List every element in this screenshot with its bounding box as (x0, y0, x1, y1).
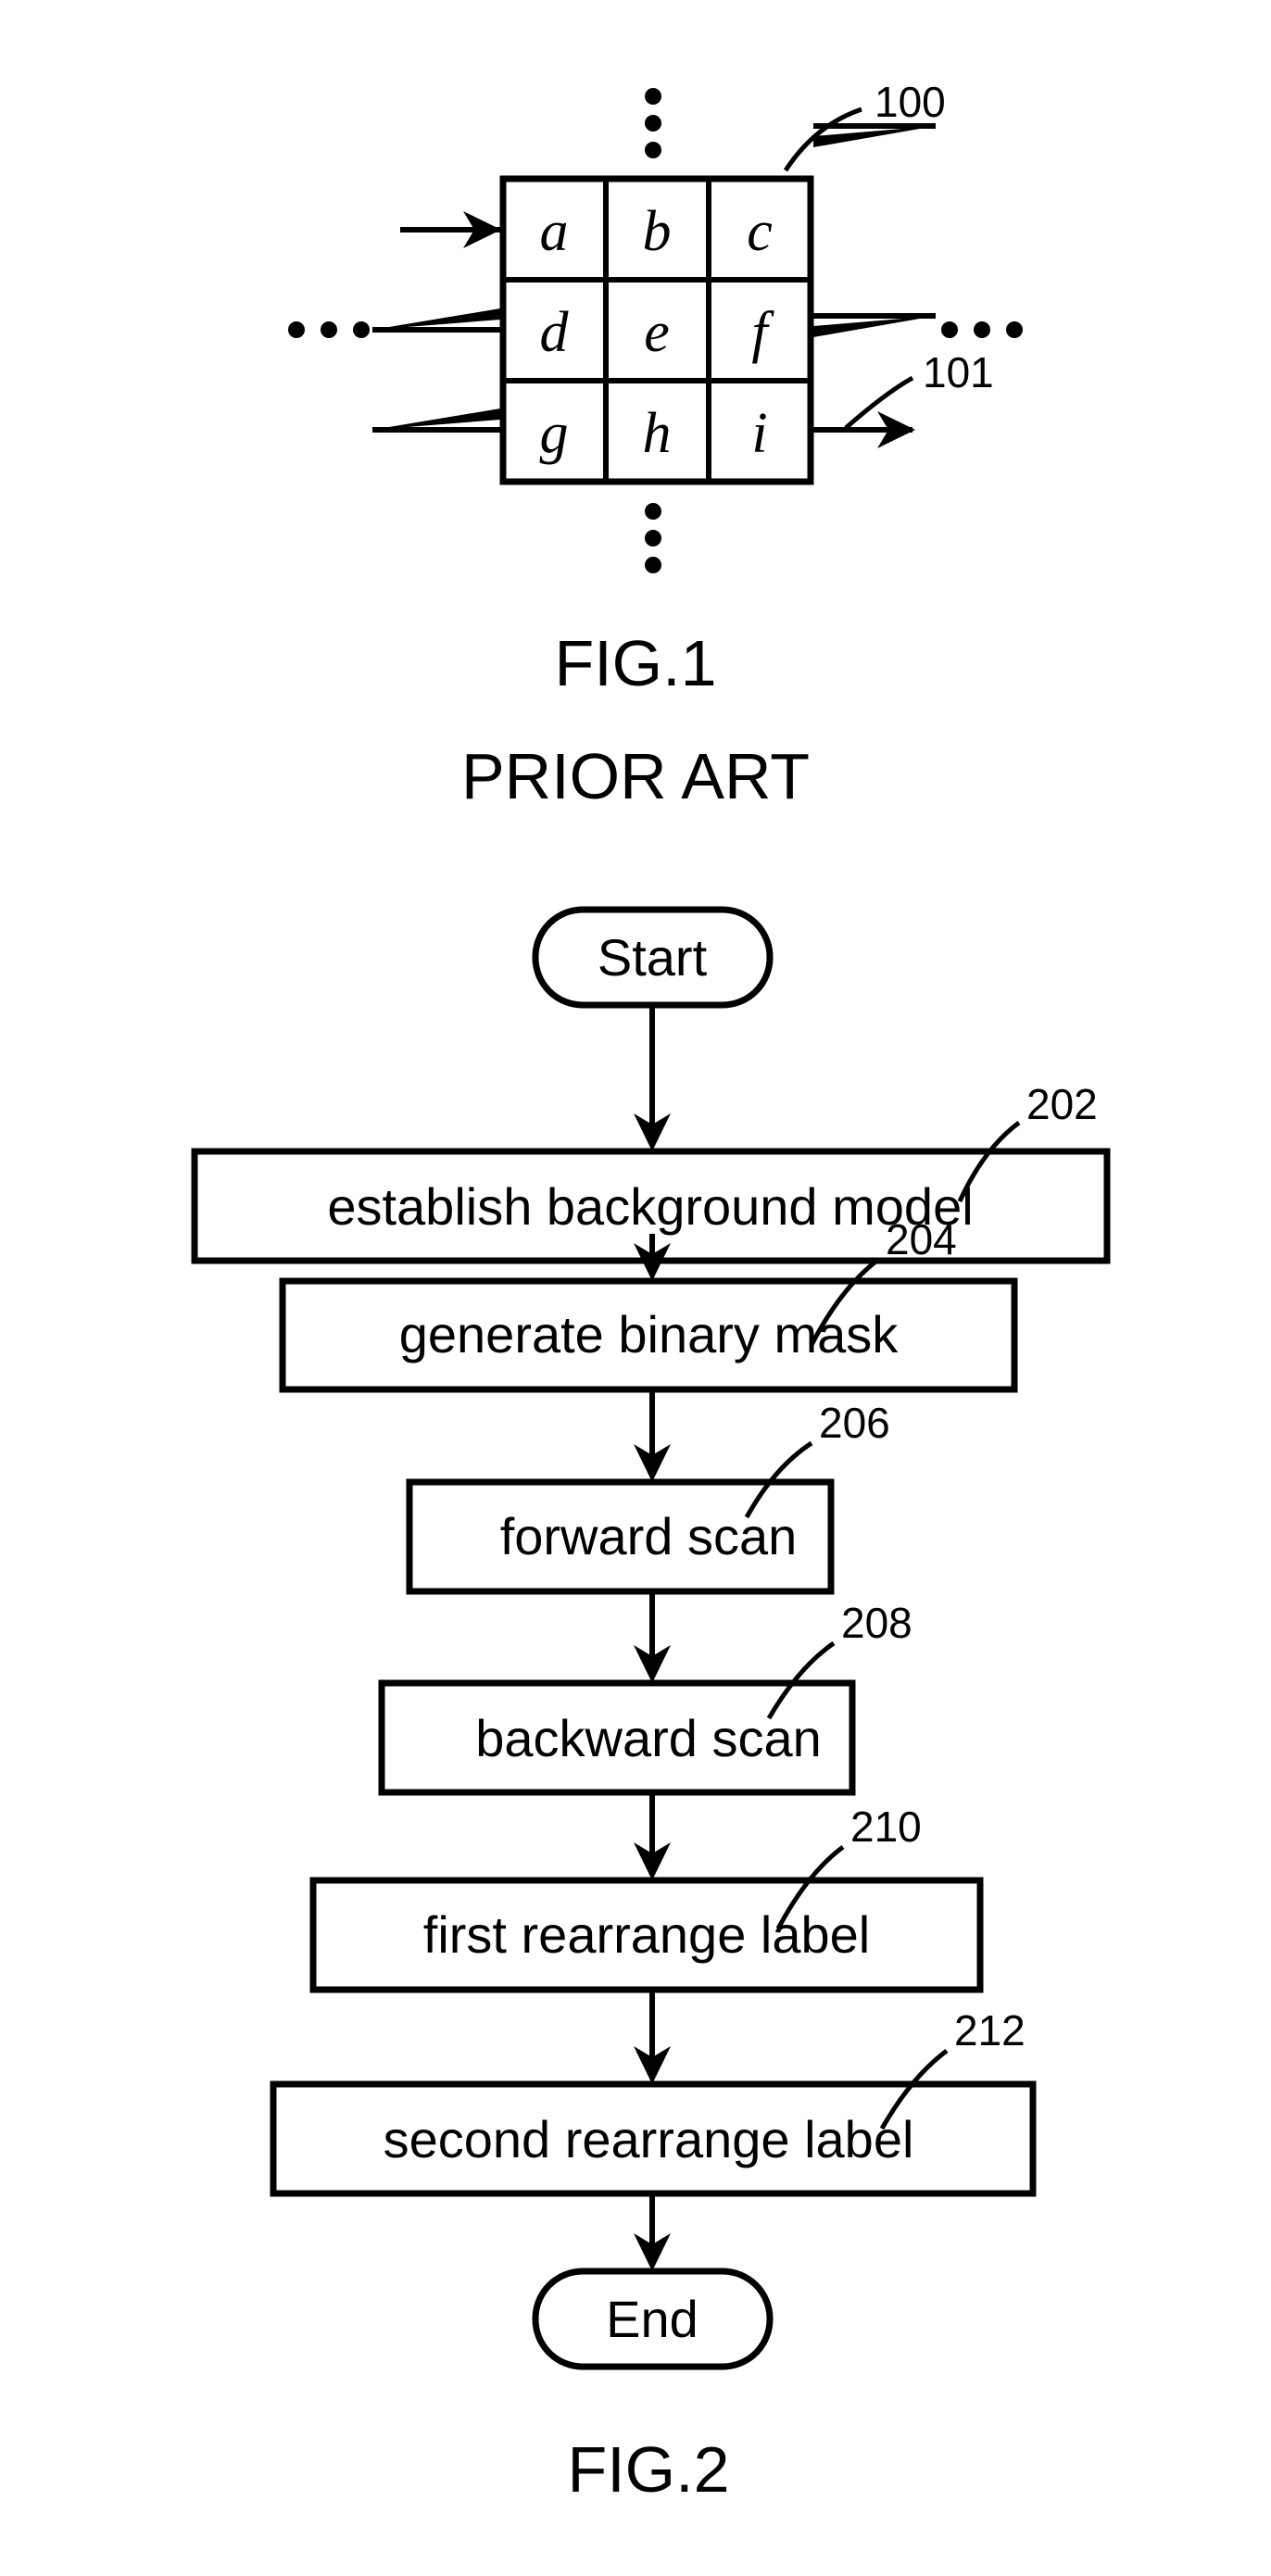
fig1-cell-r0c0: a (540, 200, 569, 263)
fig2-step-label-212: second rearrange label (384, 2110, 914, 2168)
fig2-ref-210: 210 (850, 1803, 922, 1851)
fig1-row1-left-arrow-icon (372, 308, 500, 333)
fig1-subcaption-prior-art: PRIOR ART (461, 740, 810, 812)
fig2-start-label: Start (598, 928, 708, 986)
fig1-scan-entry-arrow-icon (400, 211, 501, 248)
fig1-cell-r1c2: f (751, 301, 774, 364)
fig1-caption: FIG.1 (554, 627, 716, 699)
fig2-ref-202: 202 (1026, 1080, 1098, 1128)
fig1-row0-right-arrow-icon-2 (813, 313, 936, 337)
fig1-scan-exit-arrow-icon (813, 411, 915, 448)
fig2-step-label-210: first rearrange label (423, 1905, 870, 1964)
fig1-right-horizontal-ellipsis-icon (941, 321, 1023, 338)
fig2-arrow-204-to-206 (634, 1389, 671, 1482)
fig2-arrow-210-to-212 (634, 1990, 671, 2084)
fig1-row0-right-arrow-icon (813, 123, 936, 147)
fig1-cell-r0c2: c (747, 200, 773, 263)
fig1-bottom-vertical-ellipsis-icon (645, 503, 661, 573)
fig2-step-label-204: generate binary mask (399, 1305, 900, 1363)
fig1-ref-100: 100 (875, 78, 946, 126)
fig1-cell-r2c1: h (643, 402, 672, 465)
fig1-cell-r1c0: d (540, 301, 570, 364)
fig1-row2-left-arrow-icon (372, 408, 500, 433)
figure-1-group: a b c d e f g h i 100 101 FIG.1 PRIOR AR… (191, 78, 1111, 2506)
fig2-arrow-206-to-208 (634, 1591, 671, 1683)
fig2-caption: FIG.2 (567, 2433, 729, 2506)
fig1-ref-101: 101 (923, 348, 994, 396)
fig2-ref-208: 208 (841, 1599, 912, 1647)
fig2-arrow-start-to-202 (634, 1005, 671, 1151)
patent-drawing-sheet: a b c d e f g h i 100 101 FIG.1 PRIOR AR… (0, 0, 1271, 2576)
fig2-ref-204: 204 (886, 1215, 957, 1263)
fig1-cell-r1c1: e (644, 301, 670, 364)
fig1-cell-r0c1: b (643, 200, 672, 263)
fig2-step-label-202: establish background model (327, 1177, 973, 1236)
fig2-end-label: End (606, 2290, 698, 2348)
fig2-ref-206: 206 (819, 1399, 890, 1447)
fig1-cell-r2c2: i (751, 402, 767, 465)
fig2-step-label-206: forward scan (500, 1507, 798, 1565)
fig2-ref-212: 212 (954, 2006, 1026, 2055)
fig1-top-vertical-ellipsis-icon (645, 88, 661, 158)
fig2-arrow-208-to-210 (634, 1792, 671, 1880)
fig1-leader-line-101 (844, 375, 914, 430)
fig1-cell-r2c0: g (540, 402, 569, 465)
fig2-arrow-212-to-end (634, 2193, 671, 2271)
fig1-left-horizontal-ellipsis-icon (288, 321, 370, 338)
